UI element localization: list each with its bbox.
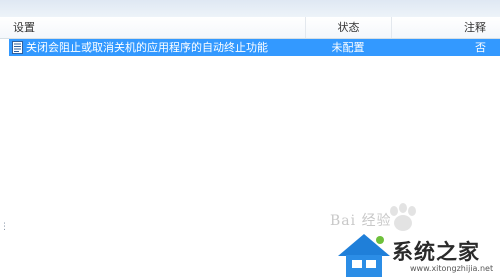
window-top-strip: [0, 0, 500, 17]
logo-name: 系统之家: [392, 240, 480, 264]
column-header-setting[interactable]: 设置: [0, 17, 305, 38]
setting-name: 关闭会阻止或取消关机的应用程序的自动终止功能: [26, 41, 268, 54]
left-edge-marker: ⋮: [0, 222, 9, 232]
column-header-note[interactable]: 注释: [391, 17, 500, 38]
policy-document-icon: [12, 41, 23, 54]
setting-status: 未配置: [331, 41, 365, 54]
column-header-status[interactable]: 状态: [305, 17, 391, 38]
list-item[interactable]: 关闭会阻止或取消关机的应用程序的自动终止功能 未配置 否: [9, 39, 500, 56]
setting-note: 否: [475, 41, 486, 54]
house-logo-icon: [338, 234, 390, 277]
site-logo: 系统之家 www.xitongzhijia.net: [336, 226, 500, 280]
list-header: 设置 状态 注释: [0, 17, 500, 39]
logo-url: www.xitongzhijia.net: [410, 264, 494, 273]
